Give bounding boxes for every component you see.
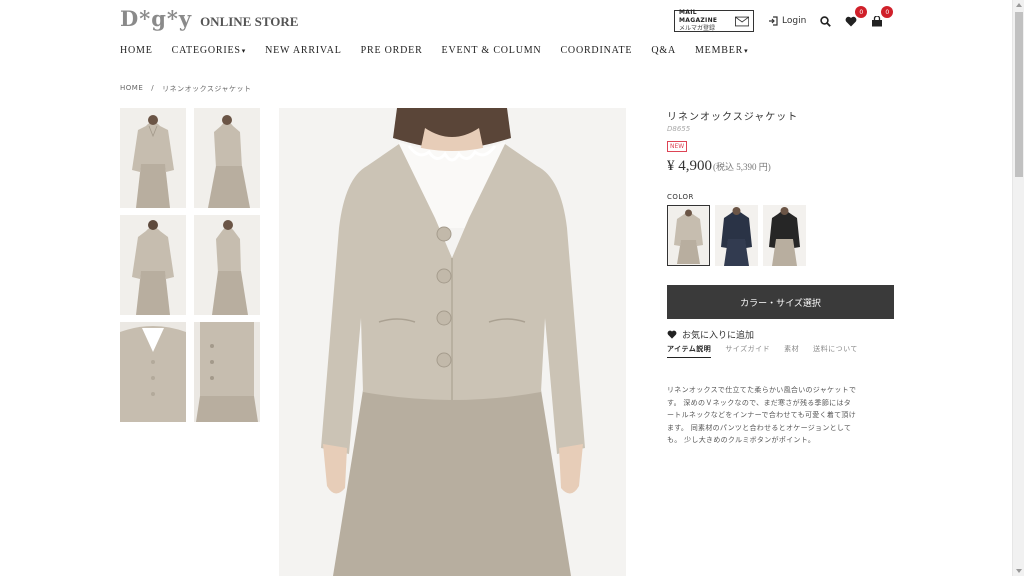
- nav-event-column[interactable]: EVENT & COLUMN: [442, 45, 542, 56]
- description-line: ます。 同素材のパンツと合わせるとオケージョンとして: [667, 423, 852, 432]
- breadcrumb-current: リネンオックスジャケット: [162, 85, 252, 93]
- nav-event-column-label: EVENT & COLUMN: [441, 45, 542, 56]
- scroll-up-arrow-icon[interactable]: [1016, 3, 1022, 7]
- main-nav: HOME CATEGORIES ▾ NEW ARRIVAL PRE ORDER E…: [120, 45, 767, 56]
- product-title: リネンオックスジャケット: [667, 112, 799, 123]
- nav-categories-label: CATEGORIES: [171, 45, 241, 56]
- new-badge: NEW: [667, 141, 688, 152]
- color-swatches: [667, 205, 894, 266]
- thumbnail-back[interactable]: [120, 215, 186, 315]
- nav-member[interactable]: MEMBER ▾: [695, 45, 748, 56]
- nav-coordinate-label: COORDINATE: [560, 45, 633, 56]
- login-label: Login: [782, 16, 807, 26]
- product-info: リネンオックスジャケット D8655 NEW ¥ 4,900 (税込 5,390…: [667, 108, 894, 447]
- product-main-image[interactable]: [279, 108, 626, 576]
- favorites-count-badge: 0: [855, 6, 868, 18]
- breadcrumb-separator: /: [151, 84, 155, 92]
- add-to-favorites[interactable]: お気に入りに追加: [667, 328, 894, 341]
- breadcrumb: HOME / リネンオックスジャケット: [120, 84, 252, 94]
- heart-icon: [667, 330, 677, 339]
- thumbnail-side[interactable]: [194, 108, 260, 208]
- description-line: ートルネックなどをインナーで合わせても可愛く着て頂け: [667, 411, 857, 420]
- breadcrumb-home[interactable]: HOME: [120, 84, 143, 94]
- product-tabs: アイテム説明 サイズガイド 素材 送料について: [667, 344, 894, 358]
- thumbnail-gallery: [120, 108, 260, 422]
- search-icon: [820, 15, 831, 27]
- cart-button[interactable]: 0: [870, 6, 894, 28]
- logo-text: ONLINE STORE: [200, 14, 299, 29]
- mail-magazine-jp: メルマガ登録: [679, 25, 716, 32]
- nav-categories[interactable]: CATEGORIES ▾: [172, 45, 246, 56]
- header-actions: MAIL MAGAZINE メルマガ登録 Login 0 0: [674, 6, 894, 33]
- nav-member-label: MEMBER: [694, 45, 744, 56]
- description-line: リネンオックスで仕立てた柔らかい風合いのジャケットで: [667, 386, 857, 394]
- price-value: ¥ 4,900: [667, 158, 712, 174]
- tab-shipping[interactable]: 送料について: [813, 344, 858, 358]
- product-description: リネンオックスで仕立てた柔らかい風合いのジャケットで す。 深めのＶネックなので…: [667, 384, 894, 447]
- cart-count-badge: 0: [881, 6, 894, 18]
- nav-qa[interactable]: Q&A: [651, 45, 676, 56]
- thumbnail-detail-front[interactable]: [120, 322, 186, 422]
- heart-icon: [845, 16, 857, 26]
- mail-magazine-text: MAIL MAGAZINE メルマガ登録: [679, 9, 731, 33]
- color-size-select-button[interactable]: カラー・サイズ選択: [667, 285, 894, 319]
- scroll-down-arrow-icon[interactable]: [1016, 569, 1022, 573]
- nav-coordinate[interactable]: COORDINATE: [560, 45, 632, 56]
- tab-material[interactable]: 素材: [784, 344, 799, 358]
- chevron-down-icon: ▾: [241, 46, 247, 55]
- nav-qa-label: Q&A: [651, 45, 676, 56]
- thumbnail-detail-side[interactable]: [194, 322, 260, 422]
- scrollbar-thumb[interactable]: [1015, 12, 1023, 177]
- logo-mark: D*g*y: [120, 6, 193, 31]
- login-icon: [769, 16, 778, 26]
- description-line: も。 少し大きめのクルミボタンがポイント。: [667, 436, 816, 445]
- product-code: D8655: [667, 125, 691, 133]
- favorites-button[interactable]: 0: [844, 6, 868, 28]
- tab-size-guide[interactable]: サイズガイド: [725, 344, 770, 358]
- swatch-black[interactable]: [763, 205, 806, 266]
- page-scrollbar[interactable]: [1012, 0, 1024, 576]
- thumbnail-front[interactable]: [120, 108, 186, 208]
- mail-magazine-button[interactable]: MAIL MAGAZINE メルマガ登録: [674, 9, 754, 33]
- nav-new-arrival-label: NEW ARRIVAL: [265, 45, 342, 56]
- nav-pre-order[interactable]: PRE ORDER: [361, 45, 423, 56]
- login-link[interactable]: Login: [768, 16, 806, 26]
- chevron-down-icon: ▾: [744, 46, 749, 55]
- mail-icon: [734, 16, 749, 26]
- mail-magazine-en: MAIL MAGAZINE: [679, 9, 718, 24]
- description-line: す。 深めのＶネックなので、まだ寒さが残る季節にはタ: [667, 398, 852, 407]
- color-label: COLOR: [667, 193, 694, 201]
- nav-new-arrival[interactable]: NEW ARRIVAL: [265, 45, 342, 56]
- nav-home[interactable]: HOME: [120, 45, 153, 56]
- tab-item-description[interactable]: アイテム説明: [667, 344, 712, 358]
- store-logo[interactable]: D*g*y ONLINE STORE: [120, 6, 298, 31]
- swatch-beige[interactable]: [667, 205, 710, 266]
- nav-home-label: HOME: [120, 45, 153, 56]
- nav-pre-order-label: PRE ORDER: [360, 45, 423, 56]
- search-button[interactable]: [818, 14, 832, 28]
- favorite-label: お気に入りに追加: [682, 331, 755, 341]
- cart-icon: [872, 15, 883, 26]
- price: ¥ 4,900 (税込 5,390 円): [667, 158, 894, 175]
- price-tax-included: (税込 5,390 円): [713, 162, 771, 172]
- swatch-navy[interactable]: [715, 205, 758, 266]
- thumbnail-side-2[interactable]: [194, 215, 260, 315]
